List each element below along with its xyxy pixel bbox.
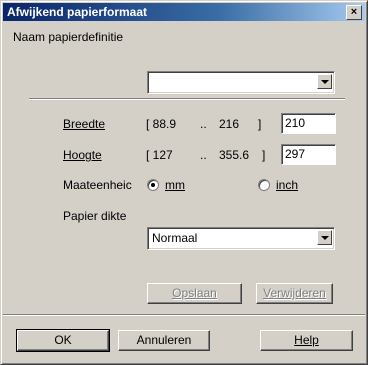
width-input-value: 210 — [285, 116, 306, 130]
save-button-label: Opslaan — [172, 286, 217, 300]
chevron-down-icon — [321, 236, 329, 240]
unit-mm-radio[interactable] — [147, 179, 159, 191]
cancel-button-label: Annuleren — [136, 333, 192, 347]
height-range-min: [ 127 — [146, 148, 173, 162]
cancel-button[interactable]: Annuleren — [118, 330, 210, 351]
thickness-combo[interactable]: Normaal — [147, 227, 335, 250]
height-input-value: 297 — [285, 147, 306, 161]
thickness-value: Normaal — [152, 231, 198, 245]
height-range-sep: .. — [200, 148, 207, 162]
width-label: Breedte — [63, 117, 106, 131]
thickness-dropdown-button[interactable] — [317, 230, 332, 245]
unit-inch-radio[interactable] — [258, 179, 270, 191]
chevron-down-icon — [321, 80, 329, 84]
unit-label: Maateenheic — [63, 178, 132, 192]
help-button-label: Help — [294, 333, 319, 347]
save-button[interactable]: Opslaan — [147, 283, 242, 304]
title-bar[interactable]: Afwijkend papierformaat × — [3, 3, 365, 21]
definition-name-combo[interactable] — [147, 71, 335, 94]
custom-paper-size-dialog: Afwijkend papierformaat × Naam papierdef… — [0, 0, 368, 365]
width-input[interactable]: 210 — [281, 113, 336, 134]
width-range-close: ] — [258, 117, 262, 131]
delete-button-label: Verwijderen — [263, 286, 326, 300]
delete-button[interactable]: Verwijderen — [256, 283, 333, 304]
width-range-min: [ 88.9 — [146, 117, 177, 131]
definition-name-label: Naam papierdefinitie — [13, 30, 123, 44]
ok-button-label: OK — [54, 333, 72, 347]
definition-name-label-text: Naam papierdefinitie — [13, 30, 124, 44]
width-range-max: 216 — [219, 117, 240, 131]
definition-dropdown-button[interactable] — [317, 74, 332, 89]
separator — [29, 98, 345, 100]
height-range-max: 355.6 — [219, 148, 250, 162]
ok-button[interactable]: OK — [16, 329, 110, 352]
thickness-label: Papier dikte — [63, 209, 127, 223]
unit-mm-label[interactable]: mm — [165, 178, 185, 192]
height-label: Hoogte — [63, 148, 102, 162]
radio-selected-dot — [151, 183, 155, 187]
close-button[interactable]: × — [346, 5, 362, 20]
help-button[interactable]: Help — [260, 330, 353, 351]
window-title: Afwijkend papierformaat — [7, 5, 148, 19]
footer-separator — [3, 314, 365, 316]
width-range-sep: .. — [200, 117, 207, 131]
height-range-close: ] — [262, 148, 266, 162]
height-input[interactable]: 297 — [281, 144, 336, 165]
unit-inch-label[interactable]: inch — [276, 178, 298, 192]
